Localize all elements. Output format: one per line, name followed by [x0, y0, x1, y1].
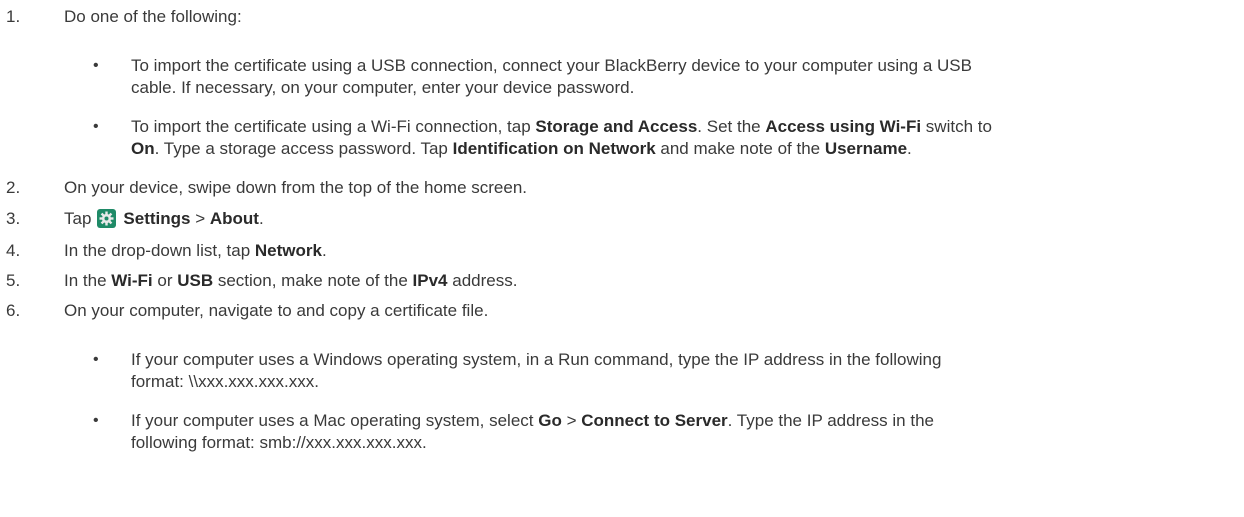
step-text: Do one of the following: — [64, 7, 242, 26]
step-number: 3. — [6, 209, 21, 228]
ui-term-go: Go — [538, 411, 562, 430]
step-number: 4. — [6, 241, 21, 260]
ui-term-usb: USB — [177, 271, 214, 290]
ui-term-identification-on-network: Identification on Network — [452, 139, 656, 158]
bullet-text-line1: To import the certificate using a USB co… — [131, 56, 972, 75]
bullet-dot: • — [93, 118, 99, 135]
step-text: In the drop-down list, tap Network. — [64, 241, 327, 260]
ui-term-settings: Settings — [123, 209, 191, 228]
step-text: Tap Settings > About. — [64, 209, 264, 228]
gear-icon — [97, 209, 117, 228]
step-text: On your device, swipe down from the top … — [64, 178, 528, 197]
bullet-dot: • — [93, 57, 99, 74]
bullet-dot: • — [93, 412, 99, 429]
instructions-document: 1. Do one of the following: • To import … — [0, 0, 1244, 517]
bullet-text-line2: following format: smb://xxx.xxx.xxx.xxx. — [131, 433, 427, 452]
step-number: 5. — [6, 271, 21, 290]
bullet-text-line2: cable. If necessary, on your computer, e… — [131, 78, 635, 97]
bullet-text-line2: On. Type a storage access password. Tap … — [131, 139, 912, 158]
ui-term-on: On — [131, 139, 155, 158]
bullet-text-line2: format: \\xxx.xxx.xxx.xxx. — [131, 372, 319, 391]
step-text: On your computer, navigate to and copy a… — [64, 301, 489, 320]
ui-term-wifi: Wi-Fi — [111, 271, 153, 290]
ui-term-storage-and-access: Storage and Access — [535, 117, 698, 136]
ui-term-ipv4: IPv4 — [412, 271, 448, 290]
step-number: 1. — [6, 7, 21, 26]
bullet-dot: • — [93, 351, 99, 368]
bullet-text-line1: If your computer uses a Windows operatin… — [131, 350, 942, 369]
step-number: 2. — [6, 178, 21, 197]
ui-term-username: Username — [824, 139, 908, 158]
bullet-text-line1: To import the certificate using a Wi-Fi … — [131, 117, 992, 136]
ui-term-access-using-wifi: Access using Wi-Fi — [765, 117, 922, 136]
ui-term-network: Network — [254, 241, 322, 260]
ui-term-about: About — [209, 209, 259, 228]
step-number: 6. — [6, 301, 21, 320]
step-text: In the Wi-Fi or USB section, make note o… — [64, 271, 518, 290]
bullet-text-line1: If your computer uses a Mac operating sy… — [131, 411, 934, 430]
ui-term-connect-to-server: Connect to Server — [581, 411, 728, 430]
